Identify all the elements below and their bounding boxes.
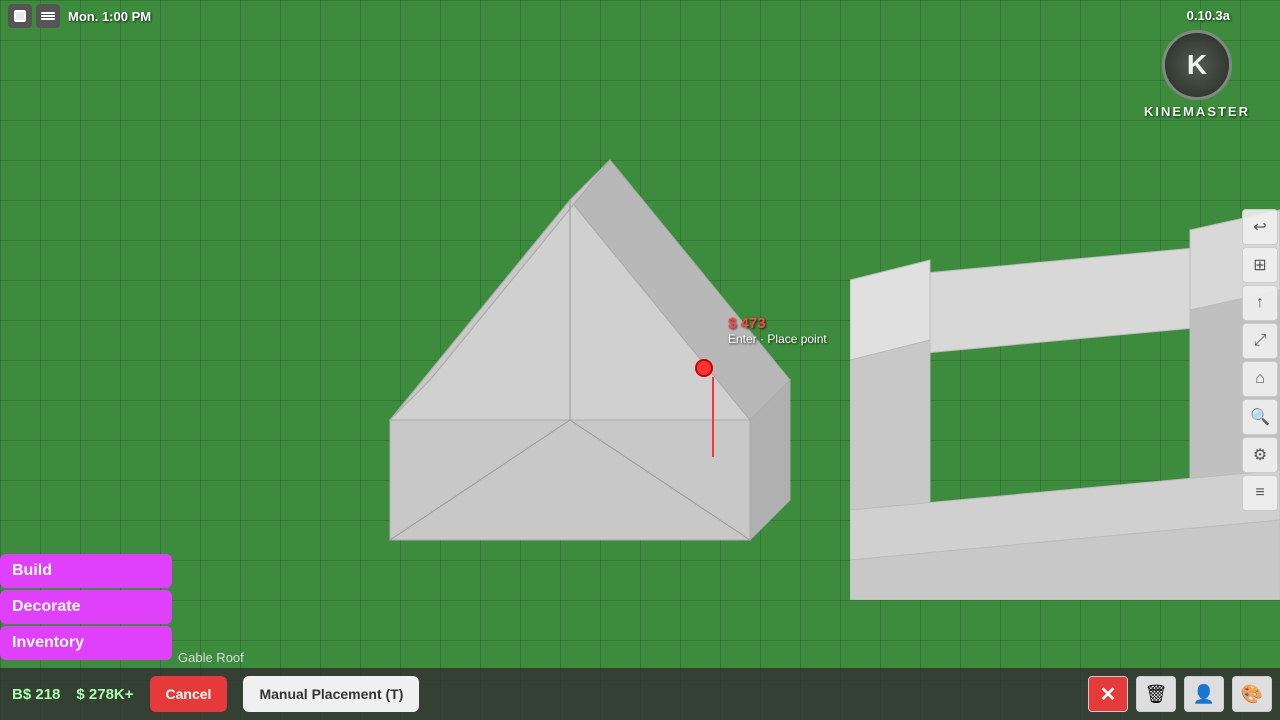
roblox-icon <box>8 4 32 28</box>
kinemaster-watermark: K KINEMASTER <box>1144 30 1250 119</box>
version-display: 0.10.3a <box>1187 8 1230 23</box>
settings-button[interactable]: ⚙ <box>1242 437 1278 473</box>
person-button[interactable]: 👤 <box>1184 676 1224 712</box>
gable-roof-label: Gable Roof <box>178 650 244 665</box>
top-bar-icons <box>8 4 60 28</box>
palette-button[interactable]: 🎨 <box>1232 676 1272 712</box>
price-tooltip: $ 473 Enter · Place point <box>728 315 827 346</box>
cursor-line <box>712 377 714 457</box>
zoom-button[interactable]: 🔍 <box>1242 399 1278 435</box>
build-button[interactable]: Build <box>0 554 172 588</box>
more-button[interactable]: ≡ <box>1242 475 1278 511</box>
manual-placement-button[interactable]: Manual Placement (T) <box>243 676 419 712</box>
decorate-button[interactable]: Decorate <box>0 590 172 624</box>
bank-display: $ 278K+ <box>76 686 133 703</box>
cursor-dot <box>695 359 713 377</box>
home-button[interactable]: ⌂ <box>1242 361 1278 397</box>
right-structure-model <box>850 160 1280 600</box>
bottom-right-buttons: ✕ 🗑 👤 🎨 <box>1088 676 1272 712</box>
up-button[interactable]: ↑ <box>1242 285 1278 321</box>
cash-display: B$ 218 <box>12 686 60 703</box>
right-toolbar: ↩ ⊞ ↑ ⤢ ⌂ 🔍 ⚙ ≡ <box>1238 205 1280 515</box>
grid-button[interactable]: ⊞ <box>1242 247 1278 283</box>
price-value: $ 473 <box>728 315 827 332</box>
kinemaster-brand: KINEMASTER <box>1144 104 1250 119</box>
top-bar: Mon. 1:00 PM <box>0 0 1280 32</box>
scene-container: $ 473 Enter · Place point <box>0 0 1280 720</box>
resize-button[interactable]: ⤢ <box>1242 323 1278 359</box>
menu-icon[interactable] <box>36 4 60 28</box>
trash-button[interactable]: 🗑 <box>1136 676 1176 712</box>
undo-button[interactable]: ↩ <box>1242 209 1278 245</box>
cancel-button[interactable]: Cancel <box>150 676 228 712</box>
left-sidebar: Build Decorate Inventory <box>0 554 175 660</box>
place-hint: Enter · Place point <box>728 332 827 346</box>
time-display: Mon. 1:00 PM <box>68 9 151 24</box>
kinemaster-logo: K <box>1162 30 1232 100</box>
inventory-button[interactable]: Inventory <box>0 626 172 660</box>
close-button[interactable]: ✕ <box>1088 676 1128 712</box>
